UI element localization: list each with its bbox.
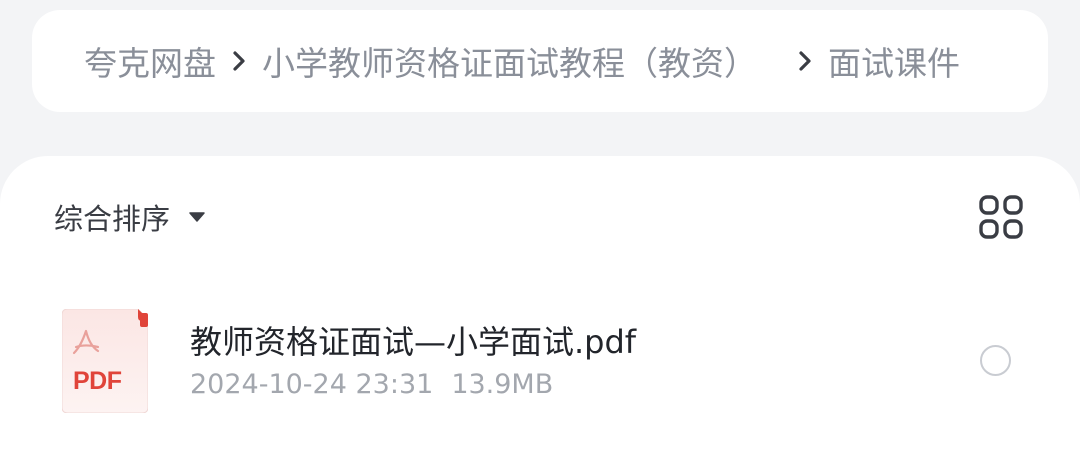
caret-down-icon — [188, 208, 206, 227]
file-size: 13.9MB — [451, 369, 554, 400]
sort-label: 综合排序 — [54, 202, 171, 236]
pdf-file-icon: PDF — [61, 308, 149, 414]
pdf-badge-text: PDF — [73, 367, 122, 395]
breadcrumb: 夸克网盘 小学教师资格证面试教程（教资） 面试课件 — [84, 10, 960, 112]
select-circle-icon[interactable] — [980, 345, 1011, 376]
file-date: 2024-10-24 23:31 — [190, 369, 434, 400]
file-meta: 2024-10-24 23:31 13.9MB — [190, 369, 553, 400]
grid-view-icon[interactable] — [978, 194, 1024, 240]
chevron-right-icon — [226, 41, 252, 81]
breadcrumb-bar: 夸克网盘 小学教师资格证面试教程（教资） 面试课件 — [32, 10, 1048, 112]
breadcrumb-root[interactable]: 夸克网盘 — [84, 37, 216, 85]
sort-button[interactable]: 综合排序 — [54, 196, 206, 238]
breadcrumb-current: 面试课件 — [828, 44, 960, 83]
list-item[interactable]: PDF 教师资格证面试—小学面试.pdf 2024-10-24 23:31 13.… — [0, 301, 1080, 421]
chevron-right-icon — [792, 41, 818, 81]
file-list-panel: 综合排序 PDF 教师资格证面试—小学面试.pdf 2024-10-24 23:… — [0, 156, 1080, 476]
breadcrumb-folder[interactable]: 小学教师资格证面试教程（教资） — [262, 37, 782, 85]
file-name: 教师资格证面试—小学面试.pdf — [190, 323, 637, 361]
